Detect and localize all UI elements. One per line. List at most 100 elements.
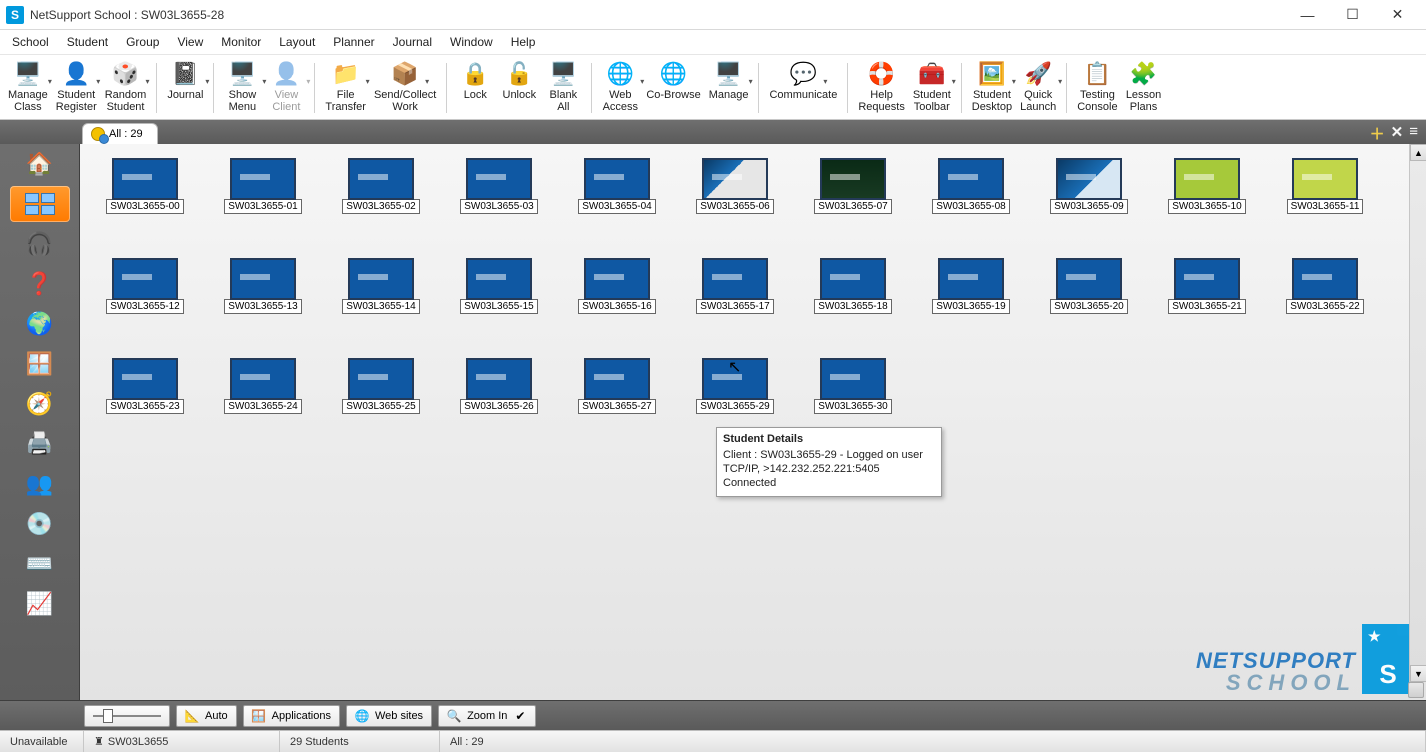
unlock-button[interactable]: 🔓Unlock	[497, 57, 541, 119]
menu-group[interactable]: Group	[118, 33, 167, 51]
websites-button[interactable]: 🌐 Web sites	[346, 705, 432, 727]
tab-options-icon[interactable]: ≡	[1409, 123, 1418, 144]
client-thumbnail[interactable]: SW03L3655-02	[346, 158, 416, 214]
menu-layout[interactable]: Layout	[271, 33, 323, 51]
client-thumbnail[interactable]: SW03L3655-27	[582, 358, 652, 414]
client-thumbnail[interactable]: SW03L3655-18	[818, 258, 888, 314]
client-thumbnail[interactable]: SW03L3655-15	[464, 258, 534, 314]
client-thumbnail[interactable]: SW03L3655-12	[110, 258, 180, 314]
client-screen	[112, 358, 178, 400]
client-thumbnail[interactable]: SW03L3655-14	[346, 258, 416, 314]
client-thumbnail[interactable]: SW03L3655-16	[582, 258, 652, 314]
testing-console-button[interactable]: 📋Testing Console	[1073, 57, 1121, 119]
client-thumbnail[interactable]: SW03L3655-23	[110, 358, 180, 414]
toolbar-separator	[156, 63, 157, 113]
lock-button[interactable]: 🔒Lock	[453, 57, 497, 119]
lesson-plans-button[interactable]: 🧩Lesson Plans	[1122, 57, 1166, 119]
toolbar-group: 🔒Lock🔓Unlock🖥️Blank All	[453, 57, 585, 119]
manage-class-button[interactable]: 🖥️▾Manage Class	[4, 57, 52, 119]
student-toolbar-button[interactable]: 🧰▾Student Toolbar	[909, 57, 955, 119]
view-client-button[interactable]: 👤▾View Client	[264, 57, 308, 119]
sidebar-thumbnails[interactable]	[10, 186, 70, 222]
sidebar-help[interactable]: ❓	[10, 266, 70, 302]
student-desktop-button[interactable]: 🖼️▾Student Desktop	[968, 57, 1016, 119]
minimize-button[interactable]: —	[1285, 0, 1330, 30]
zoom-in-button[interactable]: 🔍 Zoom In ✔	[438, 705, 536, 727]
sidebar-audio[interactable]: 🎧	[10, 226, 70, 262]
random-student-button[interactable]: 🎲▾Random Student	[101, 57, 151, 119]
client-thumbnail[interactable]: SW03L3655-08	[936, 158, 1006, 214]
student-register-button[interactable]: 👤▾Student Register	[52, 57, 101, 119]
client-thumbnail[interactable]: SW03L3655-29	[700, 358, 770, 414]
vertical-scrollbar[interactable]: ▲ ▼	[1409, 144, 1426, 682]
sidebar-users[interactable]: 👥	[10, 466, 70, 502]
menu-journal[interactable]: Journal	[385, 33, 440, 51]
applications-button[interactable]: 🪟 Applications	[243, 705, 340, 727]
web-access-button[interactable]: 🌐▾Web Access	[598, 57, 642, 119]
client-thumbnail[interactable]: SW03L3655-26	[464, 358, 534, 414]
client-screen	[702, 358, 768, 400]
client-thumbnail[interactable]: SW03L3655-10	[1172, 158, 1242, 214]
thumbnail-size-slider[interactable]	[84, 705, 170, 727]
file-transfer-button[interactable]: 📁▾File Transfer	[321, 57, 370, 119]
sidebar-devices[interactable]: 💿	[10, 506, 70, 542]
client-thumbnail[interactable]: SW03L3655-19	[936, 258, 1006, 314]
co-browse-button[interactable]: 🌐Co-Browse	[642, 57, 704, 119]
journal-button[interactable]: 📓▾Journal	[163, 57, 207, 119]
client-thumbnail[interactable]: SW03L3655-11	[1290, 158, 1360, 214]
menu-monitor[interactable]: Monitor	[213, 33, 269, 51]
client-thumbnail[interactable]: SW03L3655-17	[700, 258, 770, 314]
client-thumbnail[interactable]: SW03L3655-25	[346, 358, 416, 414]
sidebar-web[interactable]: 🌍	[10, 306, 70, 342]
menu-student[interactable]: Student	[59, 33, 116, 51]
manage-button[interactable]: 🖥️▾Manage	[705, 57, 753, 119]
menu-school[interactable]: School	[4, 33, 57, 51]
client-label: SW03L3655-07	[814, 199, 892, 214]
scroll-grip-icon[interactable]	[1408, 682, 1424, 698]
client-thumbnail[interactable]: SW03L3655-21	[1172, 258, 1242, 314]
show-menu-button[interactable]: 🖥️▾Show Menu	[220, 57, 264, 119]
client-thumbnail[interactable]: SW03L3655-01	[228, 158, 298, 214]
menu-window[interactable]: Window	[442, 33, 501, 51]
help-requests-button[interactable]: 🛟Help Requests	[854, 57, 908, 119]
client-thumbnail[interactable]: SW03L3655-04	[582, 158, 652, 214]
tooltip-line3: Connected	[723, 476, 935, 490]
sidebar-print[interactable]: 🖨️	[10, 426, 70, 462]
client-thumbnail[interactable]: SW03L3655-22	[1290, 258, 1360, 314]
client-thumbnail[interactable]: SW03L3655-09	[1054, 158, 1124, 214]
scroll-down-icon[interactable]: ▼	[1410, 665, 1426, 682]
client-screen	[1174, 258, 1240, 300]
client-thumbnail[interactable]: SW03L3655-30	[818, 358, 888, 414]
window-controls: — ☐ ✕	[1285, 0, 1420, 30]
quick-launch-button[interactable]: 🚀▾Quick Launch	[1016, 57, 1060, 119]
tab-all[interactable]: All : 29	[82, 123, 158, 144]
client-thumbnail[interactable]: SW03L3655-13	[228, 258, 298, 314]
client-thumbnail[interactable]: SW03L3655-00	[110, 158, 180, 214]
client-thumbnail[interactable]: SW03L3655-24	[228, 358, 298, 414]
send-collect-button[interactable]: 📦▾Send/Collect Work	[370, 57, 440, 119]
toolbar-group: 🖼️▾Student Desktop🚀▾Quick Launch	[968, 57, 1060, 119]
client-label: SW03L3655-26	[460, 399, 538, 414]
client-label: SW03L3655-00	[106, 199, 184, 214]
sidebar-home[interactable]: 🏠	[10, 146, 70, 182]
client-thumbnail[interactable]: SW03L3655-06	[700, 158, 770, 214]
auto-button[interactable]: 📐 Auto	[176, 705, 237, 727]
sidebar-whiteboard[interactable]: 📈	[10, 586, 70, 622]
close-button[interactable]: ✕	[1375, 0, 1420, 30]
menu-help[interactable]: Help	[503, 33, 544, 51]
menu-planner[interactable]: Planner	[325, 33, 382, 51]
close-tab-icon[interactable]: ✕	[1391, 123, 1404, 144]
menu-view[interactable]: View	[169, 33, 211, 51]
scroll-up-icon[interactable]: ▲	[1410, 144, 1426, 161]
maximize-button[interactable]: ☐	[1330, 0, 1375, 30]
add-tab-icon[interactable]: ＋	[1370, 123, 1385, 144]
sidebar-keyboard[interactable]: ⌨️	[10, 546, 70, 582]
communicate-button[interactable]: 💬▾Communicate	[765, 57, 841, 119]
client-thumbnail[interactable]: SW03L3655-20	[1054, 258, 1124, 314]
client-thumbnail[interactable]: SW03L3655-03	[464, 158, 534, 214]
client-thumbnail[interactable]: SW03L3655-07	[818, 158, 888, 214]
sidebar-app[interactable]: 🪟	[10, 346, 70, 382]
blank-all-button[interactable]: 🖥️Blank All	[541, 57, 585, 119]
toolbar-separator	[591, 63, 592, 113]
sidebar-survey[interactable]: 🧭	[10, 386, 70, 422]
